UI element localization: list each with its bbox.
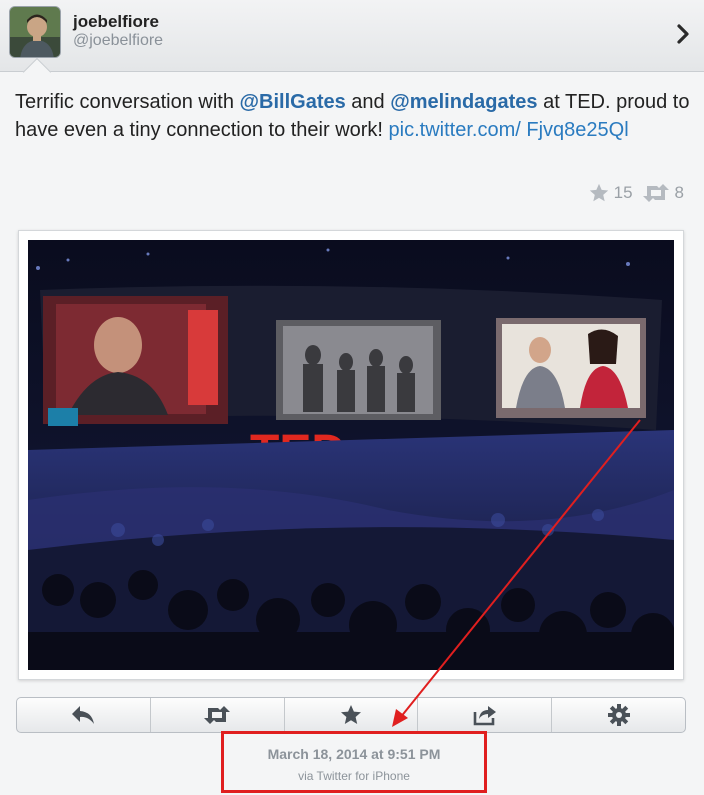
display-name[interactable]: joebelfiore xyxy=(73,12,159,32)
retweet-button[interactable] xyxy=(151,698,285,732)
avatar[interactable] xyxy=(9,6,61,58)
favorites-count: 15 xyxy=(613,183,633,202)
star-icon xyxy=(340,705,361,724)
mention-link[interactable]: @BillGates xyxy=(240,91,346,113)
settings-button[interactable] xyxy=(552,698,685,732)
tweet-source[interactable]: via Twitter for iPhone xyxy=(224,769,484,783)
tweet-stats: 15 8 xyxy=(588,182,684,204)
header-notch xyxy=(22,57,52,87)
media-photo[interactable]: TED xyxy=(18,230,684,680)
retweets-stat[interactable]: 8 xyxy=(641,183,684,203)
tweet-text: Terrific conversation with @BillGates an… xyxy=(15,88,695,144)
reply-icon xyxy=(72,706,95,724)
tweet-header[interactable]: joebelfiore @joebelfiore xyxy=(0,0,704,87)
timestamp-annotation-box: March 18, 2014 at 9:51 PM via Twitter fo… xyxy=(221,731,487,793)
retweets-count: 8 xyxy=(674,183,684,202)
ted-photo: TED xyxy=(28,240,674,670)
tweet-text-part: and xyxy=(345,91,391,113)
tweet-timestamp: March 18, 2014 at 9:51 PM xyxy=(267,746,441,762)
user-handle: @joebelfiore xyxy=(73,32,164,49)
reply-button[interactable] xyxy=(17,698,151,732)
retweet-icon xyxy=(642,184,669,202)
retweet-icon xyxy=(204,706,231,724)
mention-link[interactable]: @melindagates xyxy=(390,91,537,113)
favorites-stat[interactable]: 15 xyxy=(588,182,633,204)
tweet-text-part: Terrific conversation with xyxy=(15,91,240,113)
chevron-right-icon[interactable] xyxy=(674,22,694,46)
share-icon xyxy=(473,706,496,726)
media-link[interactable]: pic.twitter.com/ Fjvq8e25Ql xyxy=(389,119,629,141)
favorite-button[interactable] xyxy=(285,698,419,732)
tweet-actions-bar xyxy=(16,697,686,733)
star-icon xyxy=(589,183,608,202)
gear-icon xyxy=(607,704,630,726)
share-button[interactable] xyxy=(418,698,553,732)
